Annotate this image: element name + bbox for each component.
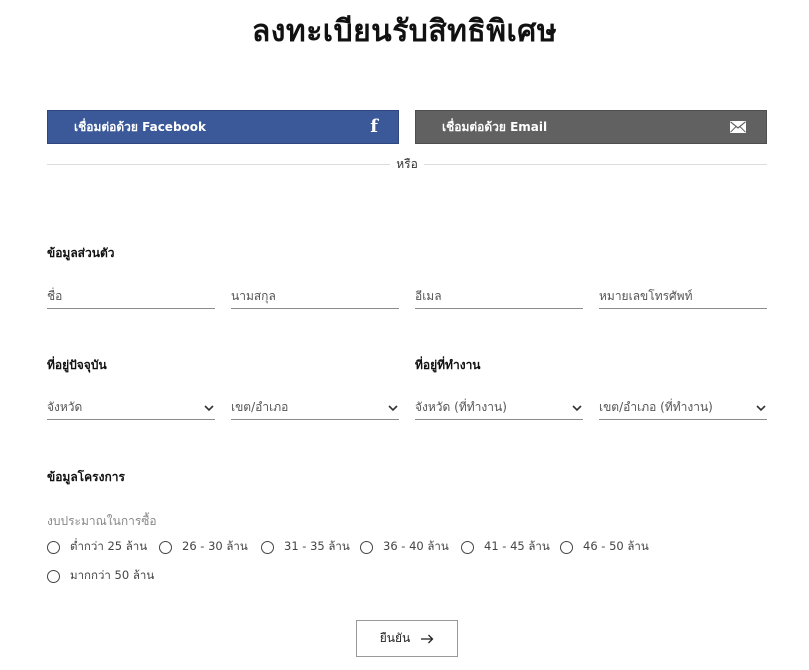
facebook-icon: f xyxy=(370,116,378,137)
submit-label: ยืนยัน xyxy=(379,631,411,645)
submit-button[interactable]: ยืนยัน xyxy=(356,620,458,657)
budget-option-label: ต่ำกว่า 25 ล้าน xyxy=(70,539,148,553)
email-connect-button[interactable]: เชื่อมต่อด้วย Email xyxy=(415,110,767,144)
work-district-select[interactable]: เขต/อำเภอ (ที่ทำงาน) xyxy=(599,396,767,420)
work-district-select-value: เขต/อำเภอ (ที่ทำงาน) xyxy=(599,400,713,414)
district-select-value: เขต/อำเภอ xyxy=(231,400,289,414)
budget-option-36-40[interactable]: 36 - 40 ล้าน xyxy=(360,538,449,556)
email-input[interactable] xyxy=(415,285,583,307)
province-select[interactable]: จังหวัด xyxy=(47,396,215,420)
facebook-connect-button[interactable]: เชื่อมต่อด้วย Facebook f xyxy=(47,110,399,144)
work-address-title: ที่อยู่ที่ทำงาน xyxy=(415,358,481,372)
radio-circle[interactable] xyxy=(47,540,60,554)
radio-circle[interactable] xyxy=(560,540,573,554)
budget-option-label: 41 - 45 ล้าน xyxy=(484,539,550,553)
budget-option-over-50[interactable]: มากกว่า 50 ล้าน xyxy=(47,567,154,585)
budget-option-label: 46 - 50 ล้าน xyxy=(583,539,649,553)
phone-input[interactable] xyxy=(599,285,767,307)
last-name-field[interactable] xyxy=(231,285,399,309)
phone-field[interactable] xyxy=(599,285,767,309)
radio-circle[interactable] xyxy=(159,540,172,554)
radio-circle[interactable] xyxy=(261,540,274,554)
province-select-value: จังหวัด xyxy=(47,400,83,414)
budget-option-26-30[interactable]: 26 - 30 ล้าน xyxy=(159,538,248,556)
budget-option-label: 31 - 35 ล้าน xyxy=(284,539,350,553)
current-address-title: ที่อยู่ปัจจุบัน xyxy=(47,358,107,372)
chevron-down-icon xyxy=(388,404,398,411)
arrow-right-icon xyxy=(421,634,434,643)
email-field[interactable] xyxy=(415,285,583,309)
radio-circle[interactable] xyxy=(461,540,474,554)
mail-icon xyxy=(730,121,746,133)
personal-info-title: ข้อมูลส่วนตัว xyxy=(47,246,115,260)
project-info-title: ข้อมูลโครงการ xyxy=(47,470,125,484)
district-select[interactable]: เขต/อำเภอ xyxy=(231,396,399,420)
budget-option-label: 26 - 30 ล้าน xyxy=(182,539,248,553)
chevron-down-icon xyxy=(572,404,582,411)
budget-option-label: 36 - 40 ล้าน xyxy=(383,539,449,553)
work-province-select-value: จังหวัด (ที่ทำงาน) xyxy=(415,400,507,414)
page-title: ลงทะเบียนรับสิทธิพิเศษ xyxy=(251,14,558,49)
email-connect-label: เชื่อมต่อด้วย Email xyxy=(442,119,548,134)
budget-option-46-50[interactable]: 46 - 50 ล้าน xyxy=(560,538,649,556)
chevron-down-icon xyxy=(756,404,766,411)
first-name-input[interactable] xyxy=(47,285,215,307)
radio-circle[interactable] xyxy=(360,540,373,554)
facebook-connect-label: เชื่อมต่อด้วย Facebook xyxy=(74,119,207,134)
radio-circle[interactable] xyxy=(47,569,60,583)
first-name-field[interactable] xyxy=(47,285,215,309)
budget-option-label: มากกว่า 50 ล้าน xyxy=(70,568,155,582)
chevron-down-icon xyxy=(204,404,214,411)
budget-option-under-25[interactable]: ต่ำกว่า 25 ล้าน xyxy=(47,538,147,556)
last-name-input[interactable] xyxy=(231,285,399,307)
or-text: หรือ xyxy=(390,155,424,174)
budget-option-41-45[interactable]: 41 - 45 ล้าน xyxy=(461,538,550,556)
budget-label: งบประมาณในการซื้อ xyxy=(47,514,157,528)
budget-option-31-35[interactable]: 31 - 35 ล้าน xyxy=(261,538,350,556)
work-province-select[interactable]: จังหวัด (ที่ทำงาน) xyxy=(415,396,583,420)
